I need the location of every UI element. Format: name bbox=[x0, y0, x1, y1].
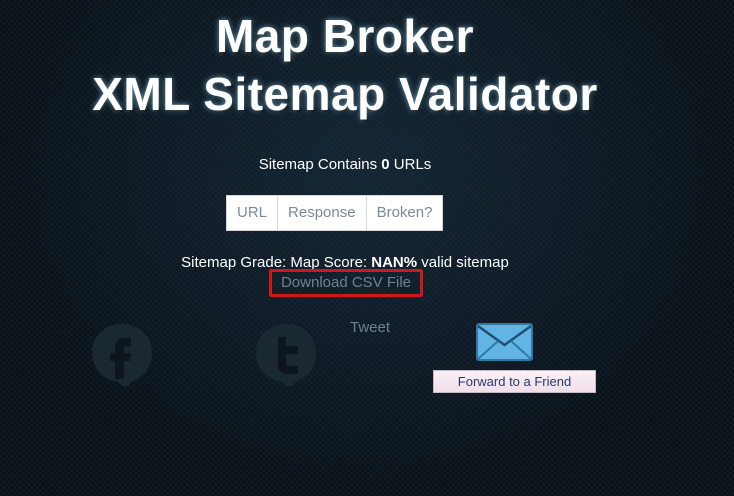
facebook-icon[interactable] bbox=[90, 322, 154, 386]
download-csv-link[interactable]: Download CSV File bbox=[269, 269, 423, 297]
url-count-prefix: Sitemap Contains bbox=[258, 156, 382, 173]
results-table-header: URL Response Broken? bbox=[226, 195, 444, 231]
twitter-icon[interactable] bbox=[254, 322, 318, 386]
tweet-link[interactable]: Tweet bbox=[350, 319, 390, 336]
url-count-text: Sitemap Contains 0 URLs bbox=[0, 156, 690, 173]
column-response[interactable]: Response bbox=[278, 196, 367, 230]
url-count-value: 0 bbox=[381, 156, 390, 173]
grade-suffix: valid sitemap bbox=[417, 254, 509, 271]
url-count-suffix: URLs bbox=[389, 156, 432, 173]
column-broken[interactable]: Broken? bbox=[367, 196, 443, 230]
column-url[interactable]: URL bbox=[227, 196, 279, 230]
page-title: Map Broker bbox=[215, 10, 475, 62]
forward-to-friend-button[interactable]: Forward to a Friend bbox=[433, 370, 596, 393]
page-subtitle: XML Sitemap Validator bbox=[92, 68, 598, 120]
envelope-icon[interactable] bbox=[476, 323, 533, 361]
